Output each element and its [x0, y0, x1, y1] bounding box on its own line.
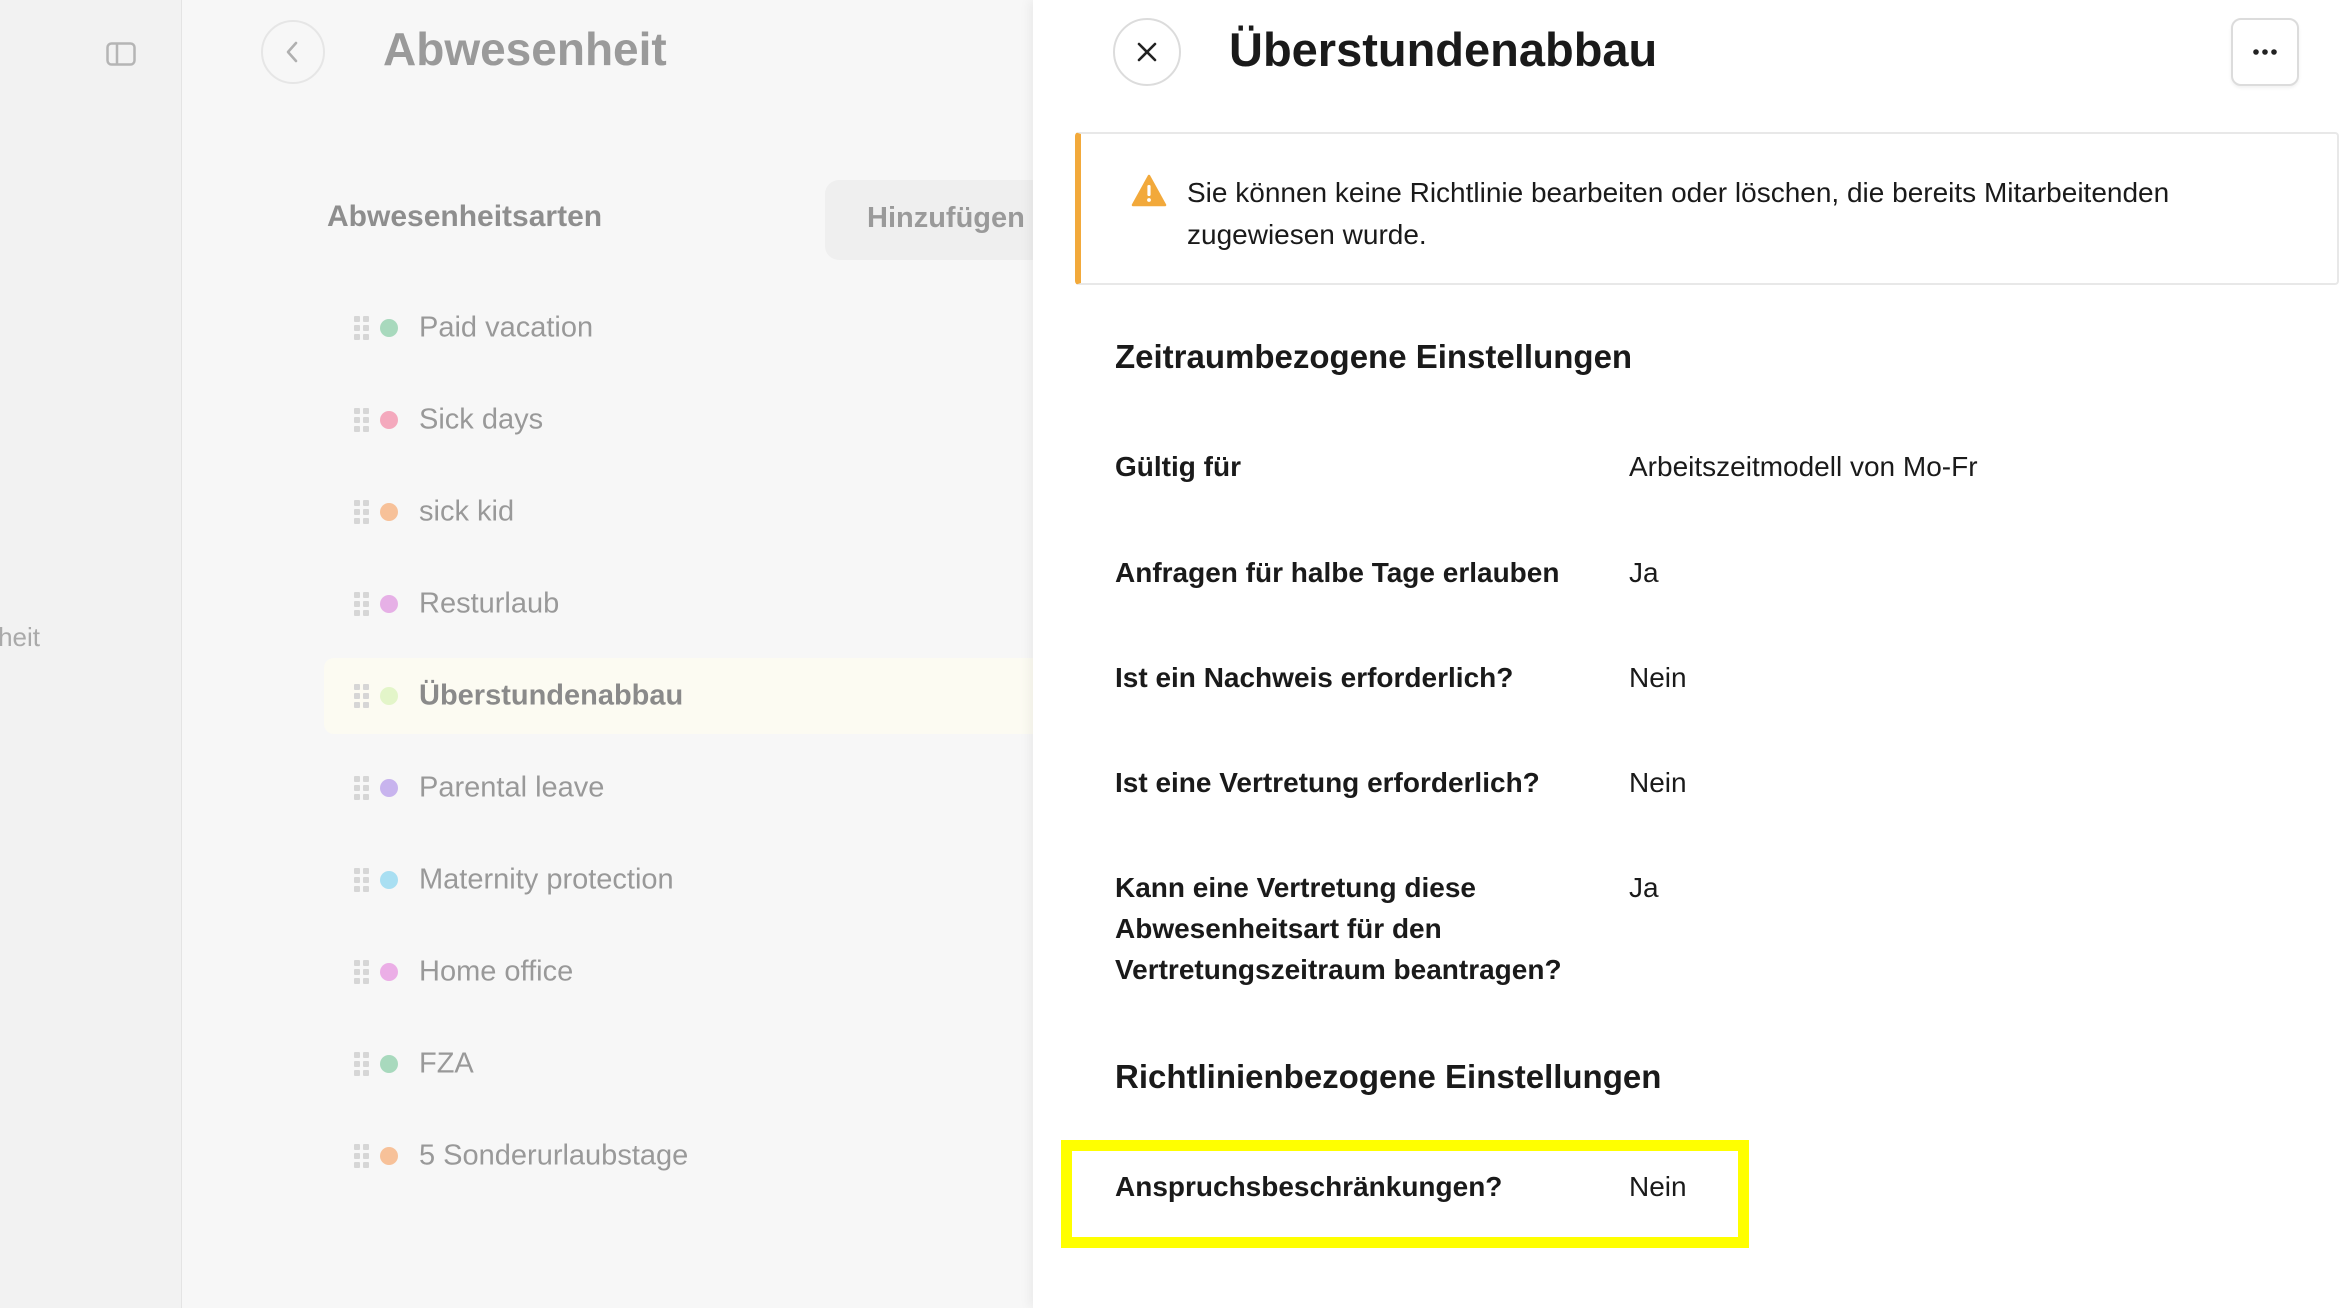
absence-type-label: Überstundenabbau — [419, 679, 684, 712]
period-settings-heading: Zeitraumbezogene Einstellungen — [1115, 338, 1633, 375]
color-dot-icon — [380, 595, 398, 613]
absence-type-label: sick kid — [419, 495, 515, 528]
absence-type-item[interactable]: Sick days — [324, 382, 1033, 458]
sidebar-nav-label[interactable]: heit — [0, 622, 40, 653]
field-value-substitute-can-request: Ja — [1629, 872, 1659, 903]
panel-title: Überstundenabbau — [1229, 23, 1658, 76]
drag-handle-icon[interactable] — [354, 1052, 369, 1076]
color-dot-icon — [380, 319, 398, 337]
absence-type-item[interactable]: Parental leave — [324, 750, 1033, 826]
absence-type-item[interactable]: 5 Sonderurlaubstage — [324, 1118, 1033, 1194]
sidebar-toggle-icon[interactable] — [106, 42, 136, 66]
page-title: Abwesenheit — [383, 23, 667, 75]
absence-type-label: Paid vacation — [419, 311, 594, 344]
drag-handle-icon[interactable] — [354, 960, 369, 984]
field-label-proof-required: Ist ein Nachweis erforderlich? — [1115, 662, 1514, 693]
add-absence-type-button[interactable]: Hinzufügen — [825, 180, 1033, 260]
color-dot-icon — [380, 871, 398, 889]
color-dot-icon — [380, 963, 398, 981]
drag-handle-icon[interactable] — [354, 776, 369, 800]
absence-type-item[interactable]: sick kid — [324, 474, 1033, 550]
more-options-button[interactable] — [2231, 18, 2299, 86]
policy-locked-alert: Sie können keine Richtlinie bearbeiten o… — [1075, 132, 2339, 285]
back-button[interactable] — [261, 20, 325, 84]
highlight-annotation — [1061, 1140, 1749, 1248]
color-dot-icon — [380, 503, 398, 521]
policy-settings-heading: Richtlinienbezogene Einstellungen — [1115, 1058, 1662, 1095]
drag-handle-icon[interactable] — [354, 684, 369, 708]
alert-message: Sie können keine Richtlinie bearbeiten o… — [1187, 177, 2170, 250]
absence-type-item[interactable]: Maternity protection — [324, 842, 1033, 918]
field-value-half-days: Ja — [1629, 557, 1659, 588]
close-button[interactable] — [1113, 18, 1181, 86]
absence-type-item[interactable]: Resturlaub — [324, 566, 1033, 642]
absence-type-label: Maternity protection — [419, 863, 674, 896]
absence-type-label: Parental leave — [419, 771, 605, 804]
absence-type-item[interactable]: Paid vacation — [324, 290, 1033, 366]
chevron-left-icon — [286, 41, 298, 63]
drag-handle-icon[interactable] — [354, 868, 369, 892]
color-dot-icon — [380, 1055, 398, 1073]
app-sidebar: heit — [0, 0, 182, 1308]
field-label-valid-for: Gültig für — [1115, 451, 1241, 482]
absence-type-label: 5 Sonderurlaubstage — [419, 1139, 689, 1172]
policy-detail-panel: Überstundenabbau Sie können keine Richtl… — [1033, 0, 2348, 1308]
absence-type-label: Sick days — [419, 403, 544, 436]
field-label-substitute-can-request: Kann eine Vertretung diese Abwesenheitsa… — [1115, 872, 1562, 985]
color-dot-icon — [380, 1147, 398, 1165]
drag-handle-icon[interactable] — [354, 316, 369, 340]
field-value-valid-for: Arbeitszeitmodell von Mo-Fr — [1629, 451, 1978, 482]
absence-type-item[interactable]: Überstundenabbau — [324, 658, 1033, 734]
absence-type-label: Home office — [419, 955, 574, 988]
field-label-substitute-required: Ist eine Vertretung erforderlich? — [1115, 767, 1540, 798]
warning-icon — [1131, 174, 1167, 207]
absence-settings-page: Abwesenheit Abwesenheitsarten Hinzufügen… — [182, 0, 1033, 1308]
absence-type-item[interactable]: Home office — [324, 934, 1033, 1010]
color-dot-icon — [380, 687, 398, 705]
close-icon — [1137, 42, 1157, 62]
field-value-substitute-required: Nein — [1629, 767, 1687, 798]
color-dot-icon — [380, 779, 398, 797]
absence-type-label: FZA — [419, 1047, 474, 1080]
drag-handle-icon[interactable] — [354, 408, 369, 432]
absence-type-label: Resturlaub — [419, 587, 560, 620]
field-label-half-days: Anfragen für halbe Tage erlauben — [1115, 557, 1560, 588]
absence-type-item[interactable]: FZA — [324, 1026, 1033, 1102]
drag-handle-icon[interactable] — [354, 500, 369, 524]
color-dot-icon — [380, 411, 398, 429]
more-horizontal-icon — [2253, 49, 2277, 55]
absence-types-heading: Abwesenheitsarten — [327, 200, 603, 233]
field-value-proof-required: Nein — [1629, 662, 1687, 693]
drag-handle-icon[interactable] — [354, 592, 369, 616]
drag-handle-icon[interactable] — [354, 1144, 369, 1168]
